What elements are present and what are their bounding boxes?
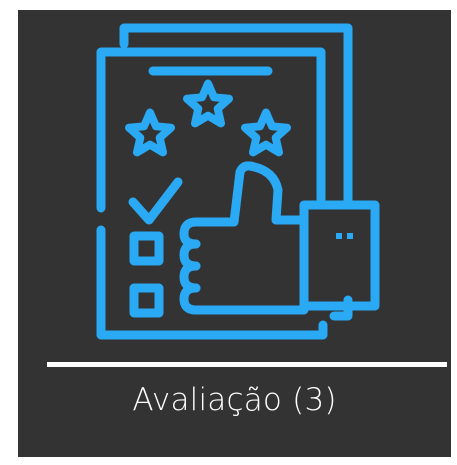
divider	[47, 362, 447, 367]
evaluation-tile[interactable]: Avaliação (3)	[18, 10, 451, 457]
tile-label: Avaliação (3)	[132, 382, 337, 418]
rating-review-thumbs-up-icon	[96, 23, 380, 340]
